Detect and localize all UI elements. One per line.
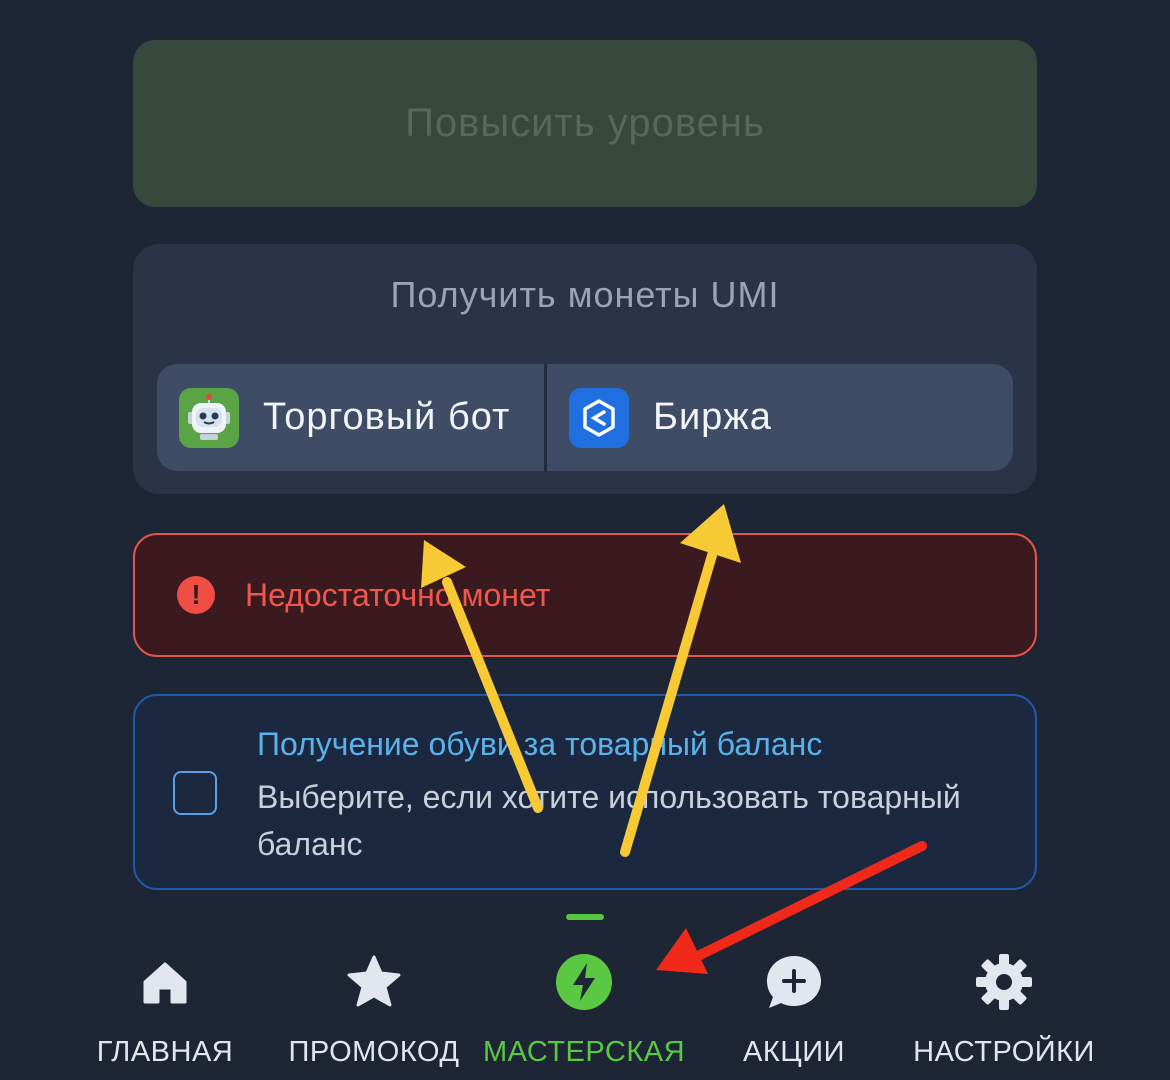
nav-promotions-label: АКЦИИ xyxy=(743,1036,845,1068)
get-coins-title: Получить монеты UMI xyxy=(390,274,780,315)
exchange-button[interactable]: Биржа xyxy=(547,364,1013,471)
exchange-label: Биржа xyxy=(653,396,772,438)
nav-home[interactable]: ГЛАВНАЯ xyxy=(48,950,282,1080)
product-balance-checkbox[interactable] xyxy=(173,771,217,815)
active-tab-indicator xyxy=(566,914,604,920)
nav-promocode-label: ПРОМОКОД xyxy=(288,1036,460,1068)
chat-plus-icon xyxy=(762,950,826,1014)
level-up-button[interactable]: Повысить уровень xyxy=(133,40,1037,207)
gear-icon xyxy=(972,950,1036,1014)
exclamation-icon: ! xyxy=(177,576,215,614)
trading-bot-button[interactable]: Торговый бот xyxy=(157,364,545,471)
error-banner: ! Недостаточно монет xyxy=(133,533,1037,657)
trading-bot-label: Торговый бот xyxy=(263,396,511,438)
nav-settings-label: НАСТРОЙКИ xyxy=(913,1036,1095,1068)
home-icon xyxy=(133,950,197,1014)
product-balance-description: Выберите, если хотите использовать товар… xyxy=(257,779,961,862)
nav-workshop-label: МАСТЕРСКАЯ xyxy=(482,1036,686,1068)
error-message: Недостаточно монет xyxy=(245,576,551,613)
star-icon xyxy=(342,950,406,1014)
product-balance-title: Получение обуви за товарный баланс xyxy=(257,726,823,762)
get-coins-card: Получить монеты UMI Торговый бот Биржа xyxy=(133,244,1037,494)
robot-icon xyxy=(179,387,239,448)
product-balance-option[interactable]: Получение обуви за товарный баланс Выбер… xyxy=(133,694,1037,890)
nav-promotions[interactable]: АКЦИИ xyxy=(677,950,911,1080)
exchange-icon xyxy=(569,387,629,448)
nav-promocode[interactable]: ПРОМОКОД xyxy=(257,950,491,1080)
nav-home-label: ГЛАВНАЯ xyxy=(96,1036,234,1068)
lightning-icon xyxy=(552,950,616,1014)
level-up-label: Повысить уровень xyxy=(405,101,765,145)
nav-workshop[interactable]: МАСТЕРСКАЯ xyxy=(467,950,701,1080)
nav-settings[interactable]: НАСТРОЙКИ xyxy=(887,950,1121,1080)
